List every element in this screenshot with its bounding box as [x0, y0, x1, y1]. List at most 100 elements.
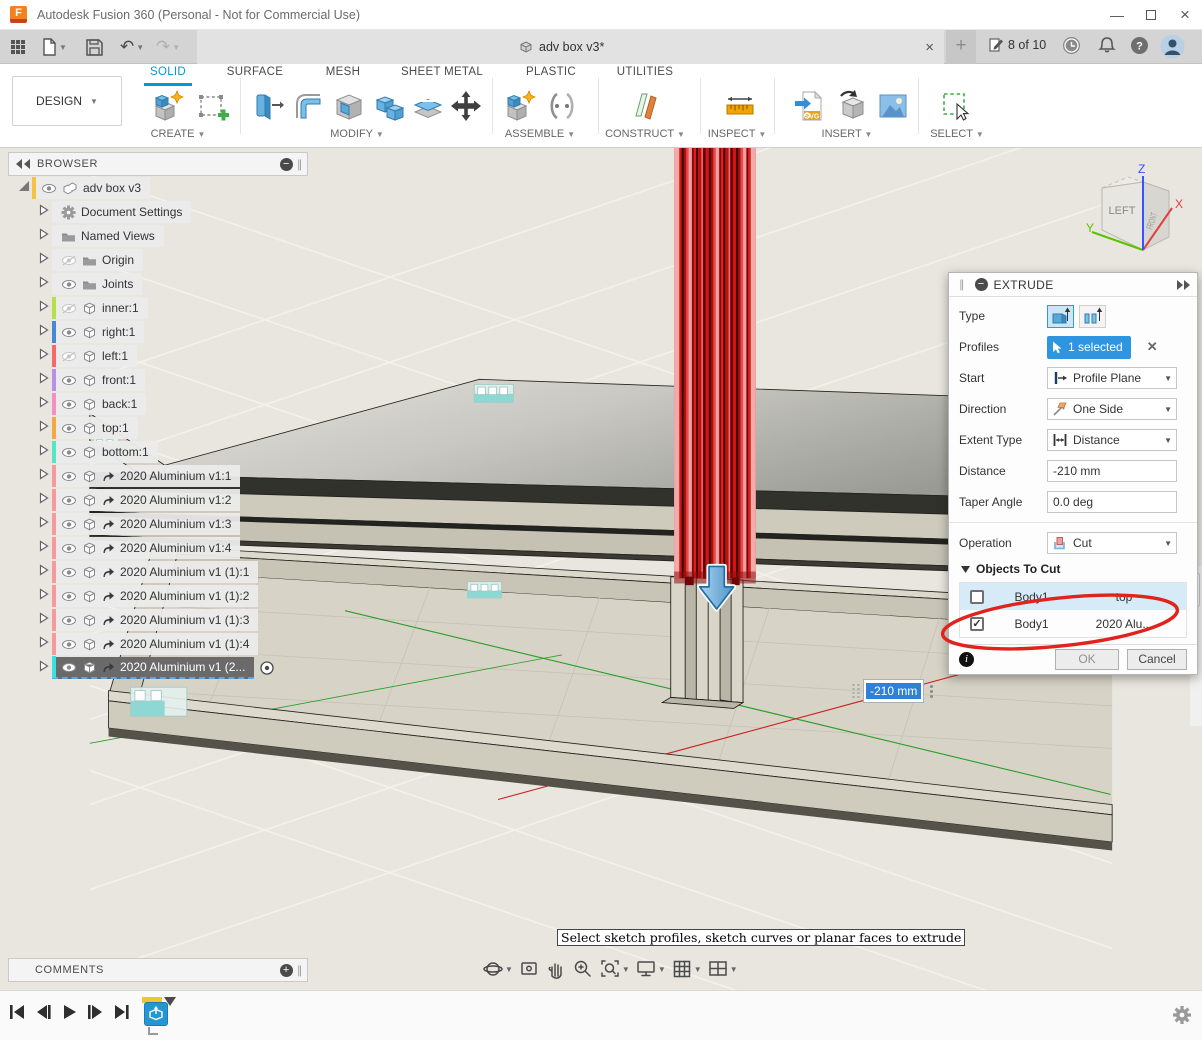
go-to-start-icon[interactable]: [8, 1003, 27, 1026]
browser-item-chip[interactable]: Named Views: [52, 225, 164, 247]
fillet-icon[interactable]: [290, 88, 326, 124]
browser-item-chip[interactable]: 2020 Aluminium v1:2: [52, 489, 240, 511]
browser-item-left-1[interactable]: left:1: [8, 344, 308, 368]
file-menu-button[interactable]: ▼: [42, 35, 67, 59]
browser-item-chip[interactable]: bottom:1: [52, 441, 158, 463]
expand-icon[interactable]: [36, 371, 52, 389]
eye-visible-icon[interactable]: [61, 447, 77, 458]
version-badge[interactable]: 8 of 10: [988, 37, 1046, 53]
expand-icon[interactable]: [36, 395, 52, 413]
look-at-icon[interactable]: [518, 958, 540, 980]
measure-icon[interactable]: [722, 88, 758, 124]
tab-plastic[interactable]: PLASTIC: [526, 66, 576, 84]
browser-item-chip[interactable]: 2020 Aluminium v1:4: [52, 537, 240, 559]
comments-header[interactable]: COMMENTS + ∥: [8, 958, 308, 982]
notifications-bell-icon[interactable]: [1098, 36, 1116, 60]
start-dropdown[interactable]: Profile Plane▼: [1047, 367, 1177, 389]
extrude-type-thin-button[interactable]: [1079, 305, 1106, 328]
browser-item-top-1[interactable]: top:1: [8, 416, 308, 440]
expand-icon[interactable]: [36, 659, 52, 677]
orbit-icon[interactable]: ▼: [482, 958, 513, 980]
browser-item-2020-aluminium-v1-1-1[interactable]: 2020 Aluminium v1 (1):1: [8, 560, 308, 584]
expand-icon[interactable]: [36, 203, 52, 221]
split-body-icon[interactable]: [410, 88, 446, 124]
expand-icon[interactable]: [36, 251, 52, 269]
new-tab-button[interactable]: +: [946, 30, 976, 64]
expand-icon[interactable]: [36, 443, 52, 461]
combine-icon[interactable]: [372, 88, 408, 124]
fit-icon[interactable]: ▼: [599, 958, 630, 980]
expand-icon[interactable]: [36, 467, 52, 485]
browser-item-named-views[interactable]: Named Views: [8, 224, 308, 248]
browser-item-2020-aluminium-v1-4[interactable]: 2020 Aluminium v1:4: [8, 536, 308, 560]
tab-mesh[interactable]: MESH: [326, 66, 360, 84]
group-label-modify[interactable]: MODIFY ▼: [330, 128, 384, 140]
panel-drag-handle[interactable]: ∥: [297, 158, 303, 171]
aluminium-post[interactable]: [662, 577, 743, 709]
tab-surface[interactable]: SURFACE: [227, 66, 283, 84]
expand-icon[interactable]: [36, 539, 52, 557]
tab-utilities[interactable]: UTILITIES: [617, 66, 673, 84]
browser-item-chip[interactable]: Joints: [52, 273, 142, 295]
browser-item-chip[interactable]: 2020 Aluminium v1:3: [52, 513, 240, 535]
browser-item-2020-aluminium-v1-2[interactable]: 2020 Aluminium v1 (2...: [8, 656, 308, 680]
expand-icon[interactable]: [36, 563, 52, 581]
move-icon[interactable]: [448, 88, 484, 124]
expand-icon[interactable]: [36, 275, 52, 293]
expand-icon[interactable]: [36, 299, 52, 317]
group-label-create[interactable]: CREATE ▼: [151, 128, 206, 140]
eye-visible-icon[interactable]: [61, 423, 77, 434]
cancel-button[interactable]: Cancel: [1127, 649, 1187, 670]
eye-visible-icon[interactable]: [61, 543, 77, 554]
press-pull-icon[interactable]: [248, 88, 284, 124]
maximize-button[interactable]: [1134, 1, 1168, 29]
panel-minus-icon[interactable]: −: [280, 158, 293, 171]
user-avatar[interactable]: [1160, 34, 1185, 64]
step-forward-icon[interactable]: [86, 1003, 105, 1026]
pan-icon[interactable]: [545, 958, 567, 980]
browser-item-chip[interactable]: 2020 Aluminium v1 (1):2: [52, 585, 258, 607]
viewport-3d[interactable]: LEFT FRONT Y X Z BROWSER − ∥ adv box v3D…: [0, 148, 1202, 990]
undo-button[interactable]: ↶▼: [120, 35, 144, 59]
eye-visible-icon[interactable]: [61, 519, 77, 530]
zoom-icon[interactable]: [572, 958, 594, 980]
joint-icon[interactable]: [544, 88, 580, 124]
taper-angle-input[interactable]: 0.0 deg: [1047, 491, 1177, 513]
shell-icon[interactable]: [332, 88, 368, 124]
object-row-aluminium[interactable]: ✓ Body1 2020 Alu...: [960, 610, 1186, 637]
ground-radio-icon[interactable]: [260, 661, 274, 675]
timeline-marker-flag[interactable]: [164, 997, 176, 1006]
play-icon[interactable]: [60, 1003, 79, 1026]
eye-visible-icon[interactable]: [61, 591, 77, 602]
expand-icon[interactable]: [36, 587, 52, 605]
checkbox-checked[interactable]: ✓: [970, 617, 984, 631]
ok-button[interactable]: OK: [1055, 649, 1119, 670]
extrude-cut-preview[interactable]: [674, 148, 756, 585]
expand-icon[interactable]: [36, 347, 52, 365]
browser-item-chip[interactable]: 2020 Aluminium v1 (2...: [52, 657, 254, 679]
browser-item-chip[interactable]: adv box v3: [32, 177, 150, 199]
eye-visible-icon[interactable]: [61, 662, 77, 673]
eye-visible-icon[interactable]: [61, 615, 77, 626]
extrude-dialog-header[interactable]: ∥ − EXTRUDE: [949, 273, 1197, 297]
expand-icon[interactable]: [36, 611, 52, 629]
go-to-end-icon[interactable]: [112, 1003, 131, 1026]
browser-item-chip[interactable]: Origin: [52, 249, 143, 271]
create-sketch-icon[interactable]: [194, 88, 230, 124]
group-label-insert[interactable]: INSERT ▼: [822, 128, 873, 140]
browser-item-2020-aluminium-v1-1-4[interactable]: 2020 Aluminium v1 (1):4: [8, 632, 308, 656]
direction-dropdown[interactable]: One Side▼: [1047, 398, 1177, 420]
activate-component-radio[interactable]: [260, 661, 274, 675]
browser-item-adv-box-v3[interactable]: adv box v3: [8, 176, 308, 200]
input-options-icon[interactable]: [930, 685, 933, 698]
object-row-top[interactable]: Body1 top: [960, 583, 1186, 610]
browser-item-2020-aluminium-v1-1-3[interactable]: 2020 Aluminium v1 (1):3: [8, 608, 308, 632]
browser-item-joints[interactable]: Joints: [8, 272, 308, 296]
distance-value-field[interactable]: -210 mm: [866, 683, 921, 699]
group-label-assemble[interactable]: ASSEMBLE ▼: [505, 128, 575, 140]
browser-item-2020-aluminium-v1-1[interactable]: 2020 Aluminium v1:1: [8, 464, 308, 488]
save-button[interactable]: [86, 35, 103, 59]
document-tab[interactable]: adv box v3* ×: [197, 30, 944, 64]
browser-item-chip[interactable]: front:1: [52, 369, 145, 391]
eye-visible-icon[interactable]: [61, 495, 77, 506]
